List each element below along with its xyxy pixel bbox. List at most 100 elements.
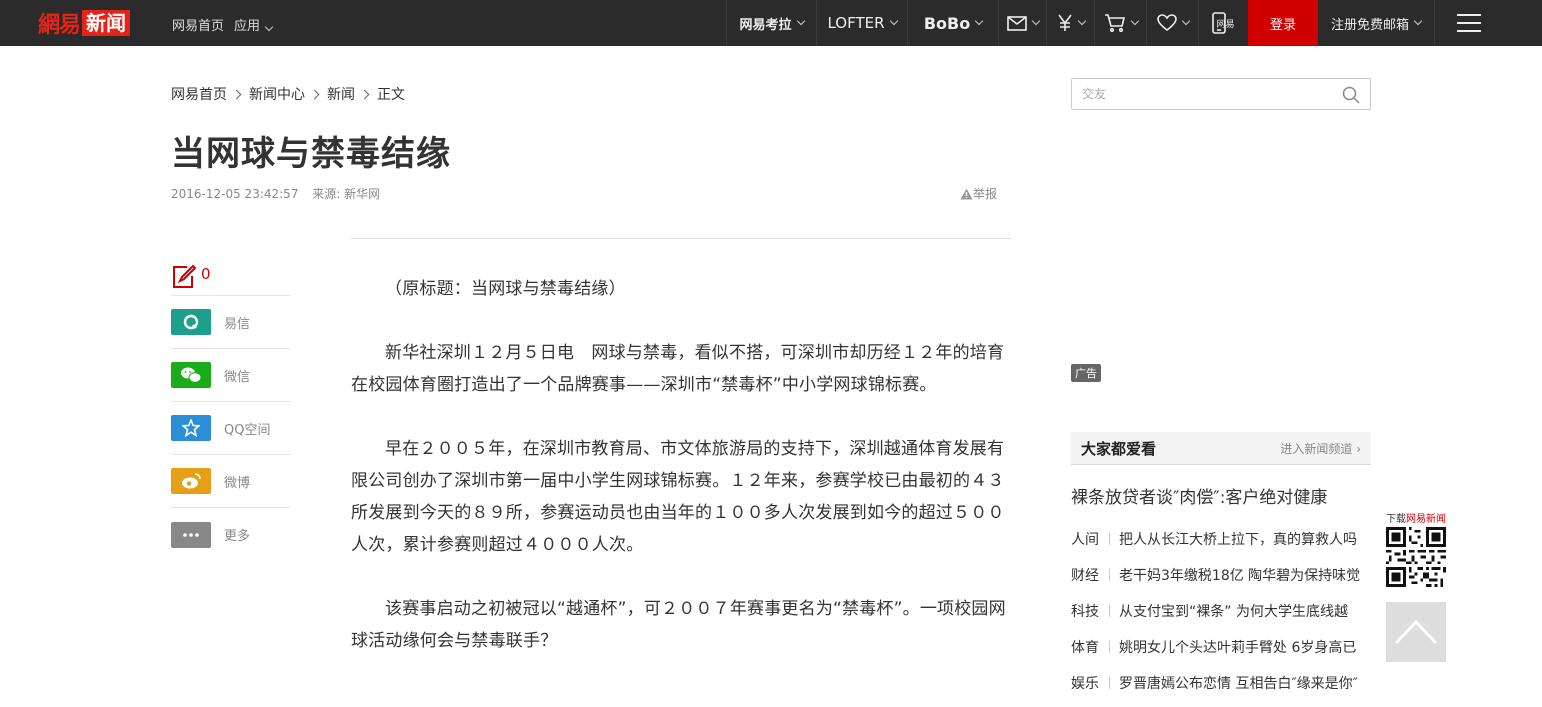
list-item[interactable]: 科技 从支付宝到“裸条” 为何大学生底线越 [1071,593,1371,629]
chevron-down-icon [889,16,898,26]
breadcrumb-news-center[interactable]: 新闻中心 [249,84,305,104]
chevron-down-icon [974,16,984,26]
chevron-down-icon [1181,16,1190,26]
news-title[interactable]: 老干妈3年缴税18亿 陶华碧为保持味觉 [1119,565,1360,585]
chevron-down-icon [1077,16,1086,26]
chevron-down-icon [796,16,805,26]
breadcrumb-news[interactable]: 新闻 [327,84,355,104]
search-icon[interactable] [1342,86,1360,104]
chevron-down-icon [1130,16,1139,26]
main-menu-button[interactable] [1434,0,1502,46]
kaola-label: 网易考拉 [739,17,792,33]
share-weibo[interactable]: 微博 [171,455,291,508]
qzone-star-icon [171,415,211,441]
cart-menu[interactable] [1094,0,1146,46]
register-mail-menu[interactable]: 注册免费邮箱 [1318,0,1434,46]
breadcrumb: 网易首页 新闻中心 新闻 正文 [171,84,405,104]
popular-more-label: 进入新闻频道 [1280,441,1353,456]
qr-code-icon [1386,527,1446,587]
top-navigation-bar: 網易 新闻 网易首页 应用 网易考拉 LOFTER BoBo 网易 登录 注册免… [0,0,1542,46]
comment-link[interactable]: 0 [171,258,291,296]
breadcrumb-current: 正文 [377,87,405,103]
nav-home-link[interactable]: 网易首页 [172,15,224,34]
logo-news: 新闻 [82,10,131,36]
publish-time: 2016-12-05 23:42:57 [171,187,299,201]
search-box [1071,78,1371,110]
mail-menu[interactable] [998,0,1046,46]
chevron-right-icon [231,89,242,99]
news-category[interactable]: 娱乐 [1071,673,1103,693]
divider [1109,641,1110,653]
chevron-right-icon [359,89,370,99]
article-source[interactable]: 来源: 新华网 [312,187,380,201]
article-paragraph: 早在２００５年，在深圳市教育局、市文体旅游局的支持下，深圳越通体育发展有限公司创… [351,439,1005,555]
share-label: 微博 [224,475,251,491]
download-brand: 网易新闻 [1406,514,1446,525]
favorites-menu[interactable] [1146,0,1198,46]
chevron-down-icon [1413,16,1423,26]
payment-menu[interactable] [1046,0,1094,46]
news-category[interactable]: 科技 [1071,601,1103,621]
yen-icon [1057,14,1072,31]
lofter-label: LOFTER [827,14,885,32]
back-to-top-button[interactable] [1386,602,1446,662]
list-item[interactable]: 人间 把人从长江大桥上拉下，真的算救人吗 [1071,521,1371,557]
app-download-label: 下载网易新闻 [1386,510,1446,525]
logo-netease: 網易 [38,12,81,38]
bobo-menu[interactable]: BoBo [907,0,998,46]
news-category[interactable]: 人间 [1071,529,1103,549]
share-wechat[interactable]: 微信 [171,349,291,402]
news-category[interactable]: 体育 [1071,637,1103,657]
chevron-down-icon [1031,16,1040,26]
download-prefix: 下载 [1386,514,1406,525]
popular-title: 大家都爱看 [1081,439,1157,458]
share-label: 更多 [224,529,251,544]
login-button[interactable]: 登录 [1248,0,1318,46]
news-title[interactable]: 罗晋唐嫣公布恋情 互相告白″缘来是你″ [1119,673,1358,693]
divider [1109,677,1110,689]
register-mail-label: 注册免费邮箱 [1330,17,1409,33]
share-yixin[interactable]: 易信 [171,296,291,349]
comment-count: 0 [201,264,211,283]
article-meta: 2016-12-05 23:42:57 来源: 新华网 [171,185,390,202]
list-item[interactable]: 体育 姚明女儿个头达叶莉手臂处 6岁身高已 [1071,629,1371,665]
breadcrumb-home[interactable]: 网易首页 [171,84,227,104]
share-label: 微信 [224,369,251,385]
nav-apps-label: 应用 [234,19,261,34]
popular-section-header: 大家都爱看 进入新闻频道 › [1071,432,1371,465]
share-more[interactable]: 更多 [171,508,291,561]
news-title[interactable]: 从支付宝到“裸条” 为何大学生底线越 [1119,601,1348,621]
list-item[interactable]: 财经 老干妈3年缴税18亿 陶华碧为保持味觉 [1071,557,1371,593]
search-input[interactable] [1072,79,1322,109]
netease-news-logo[interactable]: 網易 新闻 [38,10,131,38]
chevron-down-icon [264,22,274,32]
phone-label: 网易 [1216,19,1235,30]
more-dots-icon [171,521,211,548]
wechat-icon [171,362,211,388]
article-paragraph: （原标题：当网球与禁毒结缘） [385,279,626,299]
news-category[interactable]: 财经 [1071,565,1103,585]
mail-icon [1006,15,1027,31]
nav-apps-menu[interactable]: 应用 [234,15,274,34]
article-paragraph: 新华社深圳１２月５日电 网球与禁毒，看似不搭，可深圳市却历经１２年的培育在校园体… [351,343,1005,395]
share-panel: 0 易信 微信 QQ空间 微博 更多 [171,258,291,561]
report-link[interactable]: 举报 [960,185,997,202]
popular-more-link[interactable]: 进入新闻频道 › [1280,440,1361,457]
kaola-menu[interactable]: 网易考拉 [726,0,816,46]
bobo-label: BoBo [923,13,971,33]
share-label: QQ空间 [224,422,271,438]
share-label: 易信 [224,316,251,332]
mobile-app-link[interactable]: 网易 [1198,0,1248,46]
news-title[interactable]: 姚明女儿个头达叶莉手臂处 6岁身高已 [1119,637,1356,657]
list-item[interactable]: 娱乐 罗晋唐嫣公布恋情 互相告白″缘来是你″ [1071,665,1371,701]
popular-headline-link[interactable]: 裸条放贷者谈″肉偿″:客户绝对健康 [1071,483,1327,508]
weibo-icon [171,468,211,494]
news-title[interactable]: 把人从长江大桥上拉下，真的算救人吗 [1119,529,1357,549]
divider [1109,569,1110,581]
ad-label: 广告 [1071,364,1101,382]
app-download-widget[interactable]: 下载网易新闻 [1386,510,1446,587]
divider [1109,533,1110,545]
share-qzone[interactable]: QQ空间 [171,402,291,455]
lofter-menu[interactable]: LOFTER [816,0,907,46]
article-body: （原标题：当网球与禁毒结缘） 新华社深圳１２月５日电 网球与禁毒，看似不搭，可深… [351,238,1011,689]
